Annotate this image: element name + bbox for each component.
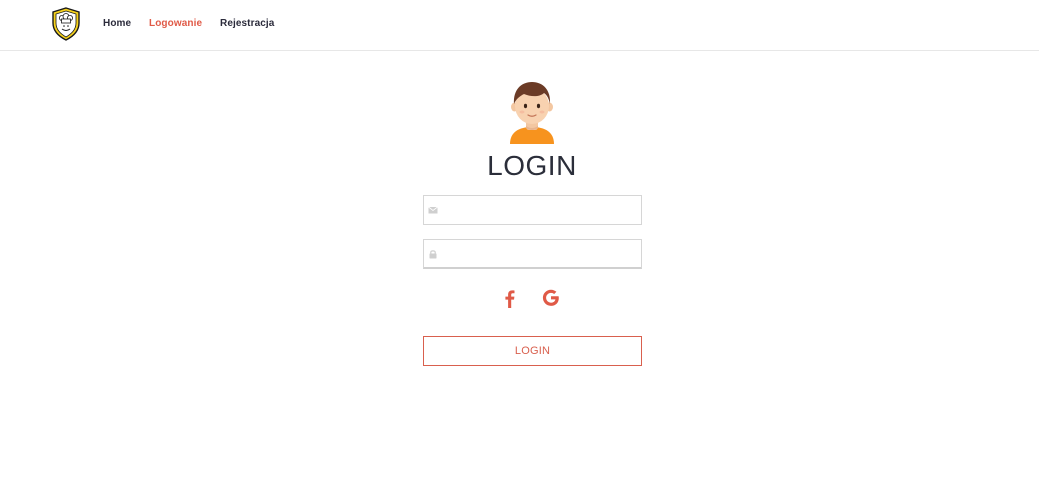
password-field[interactable]	[423, 239, 642, 269]
nav-link-home[interactable]: Home	[103, 18, 131, 29]
email-input[interactable]	[442, 196, 637, 224]
user-avatar-icon	[510, 82, 554, 144]
google-icon[interactable]	[540, 287, 562, 309]
nav-link-logowanie[interactable]: Logowanie	[149, 18, 202, 29]
navbar: Home Logowanie Rejestracja	[0, 0, 1039, 51]
login-title: LOGIN	[487, 150, 577, 181]
facebook-icon[interactable]	[499, 287, 521, 309]
lock-icon	[429, 250, 437, 259]
nav-link-rejestracja[interactable]: Rejestracja	[220, 18, 274, 29]
login-button[interactable]: LOGIN	[423, 336, 642, 366]
email-field[interactable]	[423, 195, 642, 225]
envelope-icon	[428, 206, 438, 214]
chef-shield-logo-icon[interactable]	[52, 7, 80, 41]
password-input[interactable]	[442, 240, 637, 268]
